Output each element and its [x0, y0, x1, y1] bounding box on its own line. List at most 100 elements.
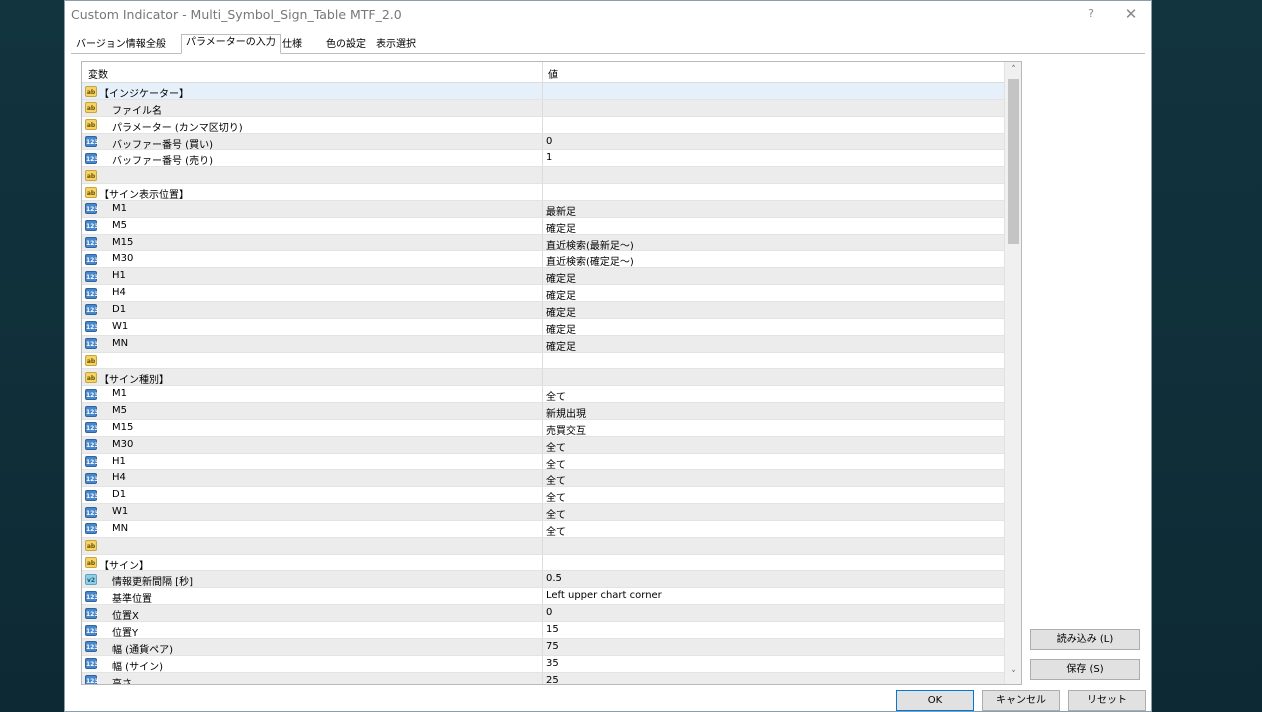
tab-parameters[interactable]: パラメーターの入力 [181, 34, 281, 54]
table-row[interactable]: 123 MN 全て [82, 520, 1004, 538]
table-row[interactable]: 123 H4 確定足 [82, 285, 1004, 302]
table-row[interactable]: ab 【インジケーター】 [82, 83, 1004, 100]
variable-value[interactable]: 全て [546, 506, 566, 521]
variable-value[interactable]: 新規出現 [546, 405, 586, 420]
variable-value[interactable]: 全て [546, 439, 566, 454]
table-row[interactable]: 123 D1 全て [82, 487, 1004, 504]
table-row[interactable]: 123 H1 確定足 [82, 268, 1004, 285]
table-row[interactable]: ab [82, 167, 1004, 185]
variable-name: H1 [112, 455, 126, 467]
variable-name: 幅 (サイン) [112, 661, 163, 673]
tab-specification[interactable]: 仕様 [277, 36, 307, 53]
variable-value[interactable]: 0 [546, 607, 552, 618]
table-row[interactable]: ab ファイル名 [82, 99, 1004, 117]
table-row[interactable]: 123 M1 全て [82, 386, 1004, 403]
variable-value[interactable]: 直近検索(確定足〜) [546, 253, 634, 268]
variable-value[interactable]: 売買交互 [546, 422, 586, 437]
table-row[interactable]: 123 M1 最新足 [82, 200, 1004, 218]
table-row[interactable]: 123 W1 全て [82, 504, 1004, 521]
variable-value[interactable]: 全て [546, 489, 566, 504]
table-row[interactable]: 123 高さ 25 [82, 672, 1004, 684]
help-icon[interactable]: ? [1077, 5, 1105, 23]
table-row[interactable]: 123 M15 売買交互 [82, 419, 1004, 437]
variable-value[interactable]: 確定足 [546, 304, 576, 319]
cell-divider [542, 504, 543, 520]
table-row[interactable]: 123 バッファー番号 (買い) 0 [82, 133, 1004, 151]
table-row[interactable]: 123 幅 (通貨ペア) 75 [82, 638, 1004, 656]
variable-value[interactable]: 全て [546, 456, 566, 471]
integer-type-icon: 123 [85, 675, 99, 684]
reset-button[interactable]: リセット [1068, 690, 1146, 711]
tab-colors[interactable]: 色の設定 [321, 36, 371, 53]
scroll-up-icon[interactable]: ˄ [1005, 62, 1021, 79]
table-row[interactable]: v2 情報更新間隔 [秒] 0.5 [82, 571, 1004, 588]
variable-value[interactable]: 15 [546, 624, 559, 635]
desktop-background-left [0, 0, 64, 712]
table-row[interactable]: 123 基準位置 Left upper chart corner [82, 588, 1004, 605]
table-row[interactable]: ab 【サイン種別】 [82, 369, 1004, 386]
variable-value[interactable]: 全て [546, 523, 566, 538]
variable-value[interactable]: Left upper chart corner [546, 590, 662, 601]
table-row[interactable]: 123 M30 直近検索(確定足〜) [82, 251, 1004, 268]
variable-value[interactable]: 確定足 [546, 287, 576, 302]
table-row[interactable]: ab [82, 537, 1004, 555]
table-row[interactable]: 123 D1 確定足 [82, 301, 1004, 319]
variable-value[interactable]: 最新足 [546, 203, 576, 218]
table-row[interactable]: 123 幅 (サイン) 35 [82, 655, 1004, 673]
tab-display-selection[interactable]: 表示選択 [371, 36, 421, 53]
column-header-variable[interactable]: 変数 [88, 66, 108, 81]
variable-value[interactable]: 確定足 [546, 270, 576, 285]
table-row[interactable]: 123 バッファー番号 (売り) 1 [82, 150, 1004, 167]
integer-type-icon: 123 [85, 304, 99, 316]
variable-name: W1 [112, 320, 129, 332]
variable-name: バッファー番号 (売り) [112, 156, 213, 168]
table-row[interactable]: ab 【サイン表示位置】 [82, 184, 1004, 201]
table-row[interactable]: 123 位置X 0 [82, 605, 1004, 622]
string-type-icon: ab [85, 371, 97, 383]
variable-name: 情報更新間隔 [秒] [112, 577, 193, 589]
table-row[interactable]: ab 【サイン】 [82, 554, 1004, 572]
variable-value[interactable]: 75 [546, 641, 559, 652]
ok-button[interactable]: OK [896, 690, 974, 711]
variable-value[interactable]: 0.5 [546, 573, 562, 584]
table-row[interactable]: 123 H4 全て [82, 470, 1004, 487]
table-row[interactable]: ab [82, 352, 1004, 370]
column-divider[interactable] [542, 62, 543, 83]
table-row[interactable]: 123 MN 確定足 [82, 335, 1004, 353]
table-row[interactable]: ab パラメーター (カンマ区切り) [82, 116, 1004, 134]
variable-value[interactable]: 25 [546, 675, 559, 684]
variable-value[interactable]: 全て [546, 388, 566, 403]
save-button[interactable]: 保存 (S) [1030, 659, 1140, 680]
string-type-icon: ab [85, 186, 97, 198]
cell-divider [542, 234, 543, 251]
load-button[interactable]: 読み込み (L) [1030, 629, 1140, 650]
variable-value[interactable]: 1 [546, 152, 552, 163]
table-row[interactable]: 123 位置Y 15 [82, 622, 1004, 639]
cancel-button[interactable]: キャンセル [982, 690, 1060, 711]
table-row[interactable]: 123 M5 新規出現 [82, 403, 1004, 420]
table-row[interactable]: 123 W1 確定足 [82, 318, 1004, 336]
table-row[interactable]: 123 M15 直近検索(最新足〜) [82, 234, 1004, 252]
variable-value[interactable]: 確定足 [546, 338, 576, 353]
cell-divider [542, 403, 543, 419]
variable-name: 位置X [112, 611, 139, 623]
table-row[interactable]: 123 M5 確定足 [82, 217, 1004, 235]
integer-type-icon: 123 [85, 506, 99, 518]
tab-version-info[interactable]: バージョン情報 [71, 36, 151, 53]
variable-value[interactable]: 全て [546, 472, 566, 487]
table-row[interactable]: 123 H1 全て [82, 453, 1004, 471]
cell-divider [542, 167, 543, 184]
variable-value[interactable]: 確定足 [546, 220, 576, 235]
variable-value[interactable]: 直近検索(最新足〜) [546, 237, 634, 252]
variable-name: MN [112, 337, 129, 349]
close-icon[interactable]: ✕ [1117, 5, 1145, 23]
table-row[interactable]: 123 M30 全て [82, 436, 1004, 454]
variable-value[interactable]: 確定足 [546, 321, 576, 336]
variable-value[interactable]: 35 [546, 658, 559, 669]
column-header-value[interactable]: 値 [548, 66, 558, 81]
variable-value[interactable]: 0 [546, 136, 552, 147]
scroll-down-icon[interactable]: ˅ [1005, 667, 1021, 684]
scrollbar-thumb[interactable] [1008, 79, 1019, 244]
vertical-scrollbar[interactable]: ˄ ˅ [1004, 62, 1021, 684]
tab-general[interactable]: 全般 [141, 36, 171, 53]
